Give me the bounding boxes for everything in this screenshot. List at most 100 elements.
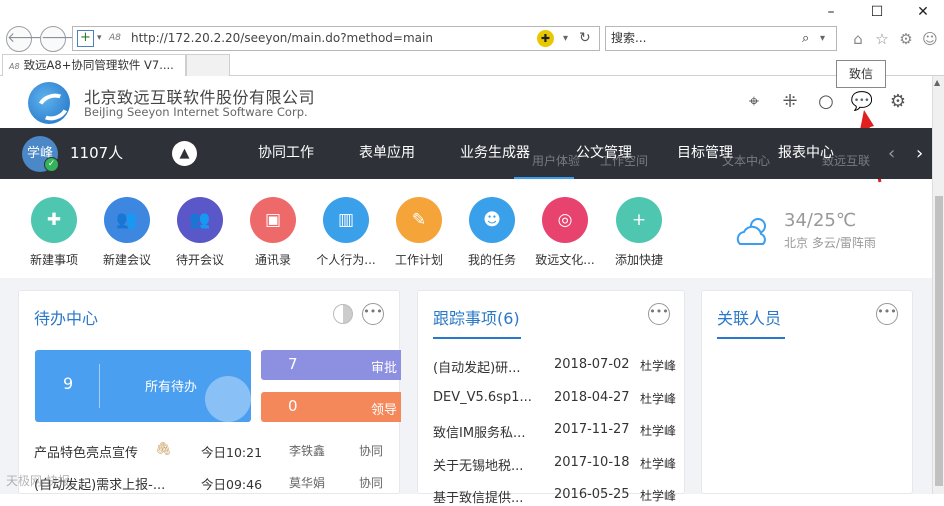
tracking-row-title[interactable]: 致信IM服务私...	[433, 422, 525, 441]
favorites-star-icon[interactable]: ☆	[872, 29, 892, 49]
nav-item-business-builder[interactable]: 业务生成器	[460, 128, 530, 179]
tracking-row-date: 2018-04-27	[554, 389, 630, 405]
close-window-button[interactable]: ✕	[908, 2, 938, 22]
watermark-logo: 天极网·快报	[6, 474, 70, 488]
related-more-icon[interactable]: •••	[876, 303, 898, 325]
todo-card-title[interactable]: 待办中心	[34, 305, 98, 329]
search-dropdown-icon[interactable]: ▾	[820, 27, 825, 50]
location-icon[interactable]: ⌖	[742, 90, 766, 114]
settings-icon[interactable]: ⚙	[886, 90, 910, 114]
quick-action-item[interactable]: ✚ 新建事项	[18, 197, 90, 268]
tracking-row-person: 杜学峰	[640, 391, 677, 406]
compat-view-icon[interactable]: ✚	[537, 30, 554, 47]
browser-tab-active[interactable]: A8 致远A8+协同管理软件 V7....	[2, 54, 186, 76]
refresh-icon[interactable]: ↻	[579, 27, 591, 50]
quick-action-item[interactable]: 👥 待开会议	[164, 197, 236, 268]
address-url-text[interactable]: http://172.20.2.20/seeyon/main.do?method…	[131, 27, 433, 50]
pending-meeting-icon[interactable]: 👥	[177, 197, 223, 243]
quick-action-item[interactable]: ☻ 我的任务	[456, 197, 528, 268]
related-card-title[interactable]: 关联人员	[717, 305, 781, 329]
quick-action-item[interactable]: ◎ 致远文化...	[529, 197, 601, 268]
leader-chip[interactable]: 0 领导	[261, 392, 401, 422]
quick-action-item[interactable]: + 添加快捷	[603, 197, 675, 268]
nav-item-documents[interactable]: 公文管理	[576, 128, 632, 179]
tracking-row-date: 2017-10-18	[554, 454, 630, 470]
new-item-icon[interactable]: ✚	[31, 197, 77, 243]
tracking-row-title[interactable]: 关于无锡地税...	[433, 455, 523, 474]
meeting-icon[interactable]: 👥	[104, 197, 150, 243]
forward-button[interactable]: 🡒	[40, 26, 79, 52]
behavior-chart-icon[interactable]: ▥	[323, 197, 369, 243]
scrollbar-thumb[interactable]	[935, 196, 943, 486]
main-nav-bar: 学峰 ✓ 1107人 ▲ 用户体验 工作空间 文本中心 致远互联 协同工作 表单…	[0, 128, 932, 179]
nav-item-forms[interactable]: 表单应用	[359, 128, 415, 179]
all-todo-count: 9	[63, 374, 74, 393]
back-button[interactable]: 🡐	[6, 26, 45, 52]
quick-action-label: 我的任务	[467, 253, 516, 267]
nav-item-reports[interactable]: 报表中心	[778, 128, 834, 179]
tracking-card: 跟踪事项(6) ••• (自动发起)研... 2018-07-02 杜学峰 DEV_V…	[417, 290, 685, 506]
nav-item-collab[interactable]: 协同工作	[258, 128, 314, 179]
quick-action-label: 工作计划	[394, 253, 443, 267]
minimize-button[interactable]: –	[816, 2, 846, 22]
nav-next-icon[interactable]: ›	[916, 128, 923, 179]
contacts-icon[interactable]: ▣	[250, 197, 296, 243]
tracking-row-title[interactable]: DEV_V5.6sp1...	[433, 390, 532, 405]
task-icon[interactable]: ☻	[469, 197, 515, 243]
tracking-card-title[interactable]: 跟踪事项(6)	[433, 305, 520, 329]
title-underline	[433, 337, 521, 339]
weather-widget: 34/25℃ 北京 多云/雷阵雨	[734, 210, 914, 260]
plan-icon[interactable]: ✎	[396, 197, 442, 243]
quick-action-item[interactable]: ✎ 工作计划	[383, 197, 455, 268]
tracking-more-icon[interactable]: •••	[648, 303, 670, 325]
address-bar[interactable]: + ▾ A8 http://172.20.2.20/seeyon/main.do…	[72, 26, 600, 51]
tracking-row-date: 2016-05-25	[554, 487, 630, 502]
search-text[interactable]: 搜索...	[611, 27, 646, 50]
quick-action-item[interactable]: ▥ 个人行为...	[310, 197, 382, 268]
nav-prev-icon[interactable]: ‹	[888, 128, 895, 179]
settings-gear-icon[interactable]: ⚙	[896, 29, 916, 49]
online-check-icon: ✓	[44, 157, 59, 172]
nav-active-indicator	[514, 177, 574, 179]
todo-row-type: 协同	[359, 444, 384, 458]
apps-grid-icon[interactable]: ⁜	[778, 90, 802, 114]
home-icon[interactable]: ⌂	[848, 29, 868, 49]
site-prefix-label: A8	[109, 33, 121, 43]
all-todo-label: 所有待办	[145, 380, 198, 395]
title-underline	[717, 337, 785, 339]
user-count-label[interactable]: 1107人	[70, 128, 123, 179]
search-icon[interactable]: ⌕	[802, 27, 809, 50]
maximize-button[interactable]: ☐	[862, 2, 892, 22]
smiley-feedback-icon[interactable]: ☺	[920, 29, 940, 49]
quick-action-label: 添加快捷	[614, 253, 663, 267]
quick-action-item[interactable]: ▣ 通讯录	[237, 197, 309, 268]
culture-icon[interactable]: ◎	[542, 197, 588, 243]
approval-label: 审批	[371, 361, 398, 376]
tracking-row-title[interactable]: (自动发起)研...	[433, 357, 521, 376]
half-circle-icon[interactable]	[333, 304, 353, 324]
browser-search-box[interactable]: 搜索... ⌕ ▾	[605, 26, 837, 51]
add-shortcut-icon[interactable]: +	[616, 197, 662, 243]
page-scrollbar[interactable]: ▲	[932, 76, 944, 494]
address-dropdown-icon[interactable]: ▾	[563, 27, 568, 50]
window-title-bar: – ☐ ✕	[0, 0, 944, 24]
scroll-up-icon[interactable]: ▲	[934, 78, 940, 87]
approval-count: 7	[288, 355, 298, 373]
dropdown-arrow-icon[interactable]: ▾	[97, 27, 102, 50]
all-todo-tile[interactable]: 9 所有待办	[35, 350, 251, 422]
weather-temp: 34/25℃	[784, 210, 857, 231]
quick-action-item[interactable]: 👥 新建会议	[91, 197, 163, 268]
tracking-row-title[interactable]: 基于致信提供...	[433, 487, 523, 506]
quick-action-label: 通讯录	[254, 253, 291, 267]
approval-chip[interactable]: 7 审批	[261, 350, 401, 380]
tracking-row-date: 2018-07-02	[554, 357, 630, 372]
search-icon[interactable]: ○	[814, 90, 838, 114]
new-tab-button[interactable]	[186, 54, 230, 76]
todo-more-icon[interactable]: •••	[362, 303, 384, 325]
tab-title: 致远A8+协同管理软件 V7....	[23, 58, 174, 72]
todo-row-title[interactable]: 产品特色亮点宣传	[34, 442, 138, 461]
add-favorite-icon[interactable]: +	[77, 30, 94, 47]
quick-action-label: 待开会议	[175, 253, 224, 267]
nav-home-icon[interactable]: ▲	[172, 141, 197, 166]
nav-item-goals[interactable]: 目标管理	[677, 128, 733, 179]
